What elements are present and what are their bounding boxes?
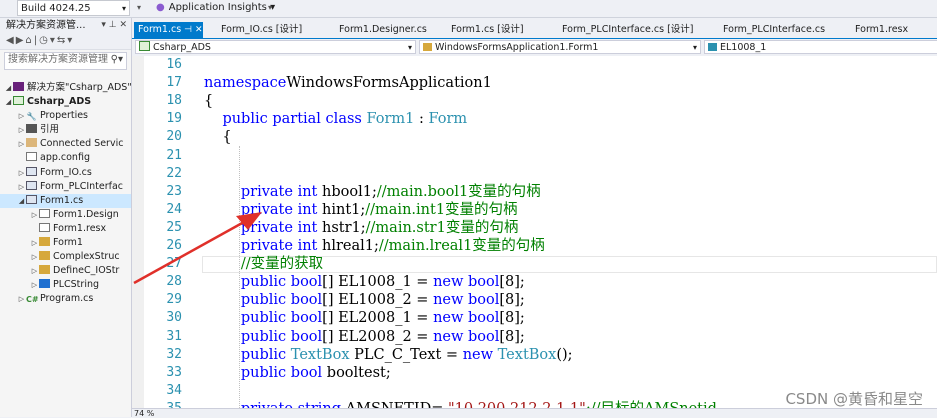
- annotation-arrow-line: [133, 220, 245, 285]
- annotation-arrow-head: [236, 212, 262, 230]
- annotation-arrow: [133, 212, 262, 285]
